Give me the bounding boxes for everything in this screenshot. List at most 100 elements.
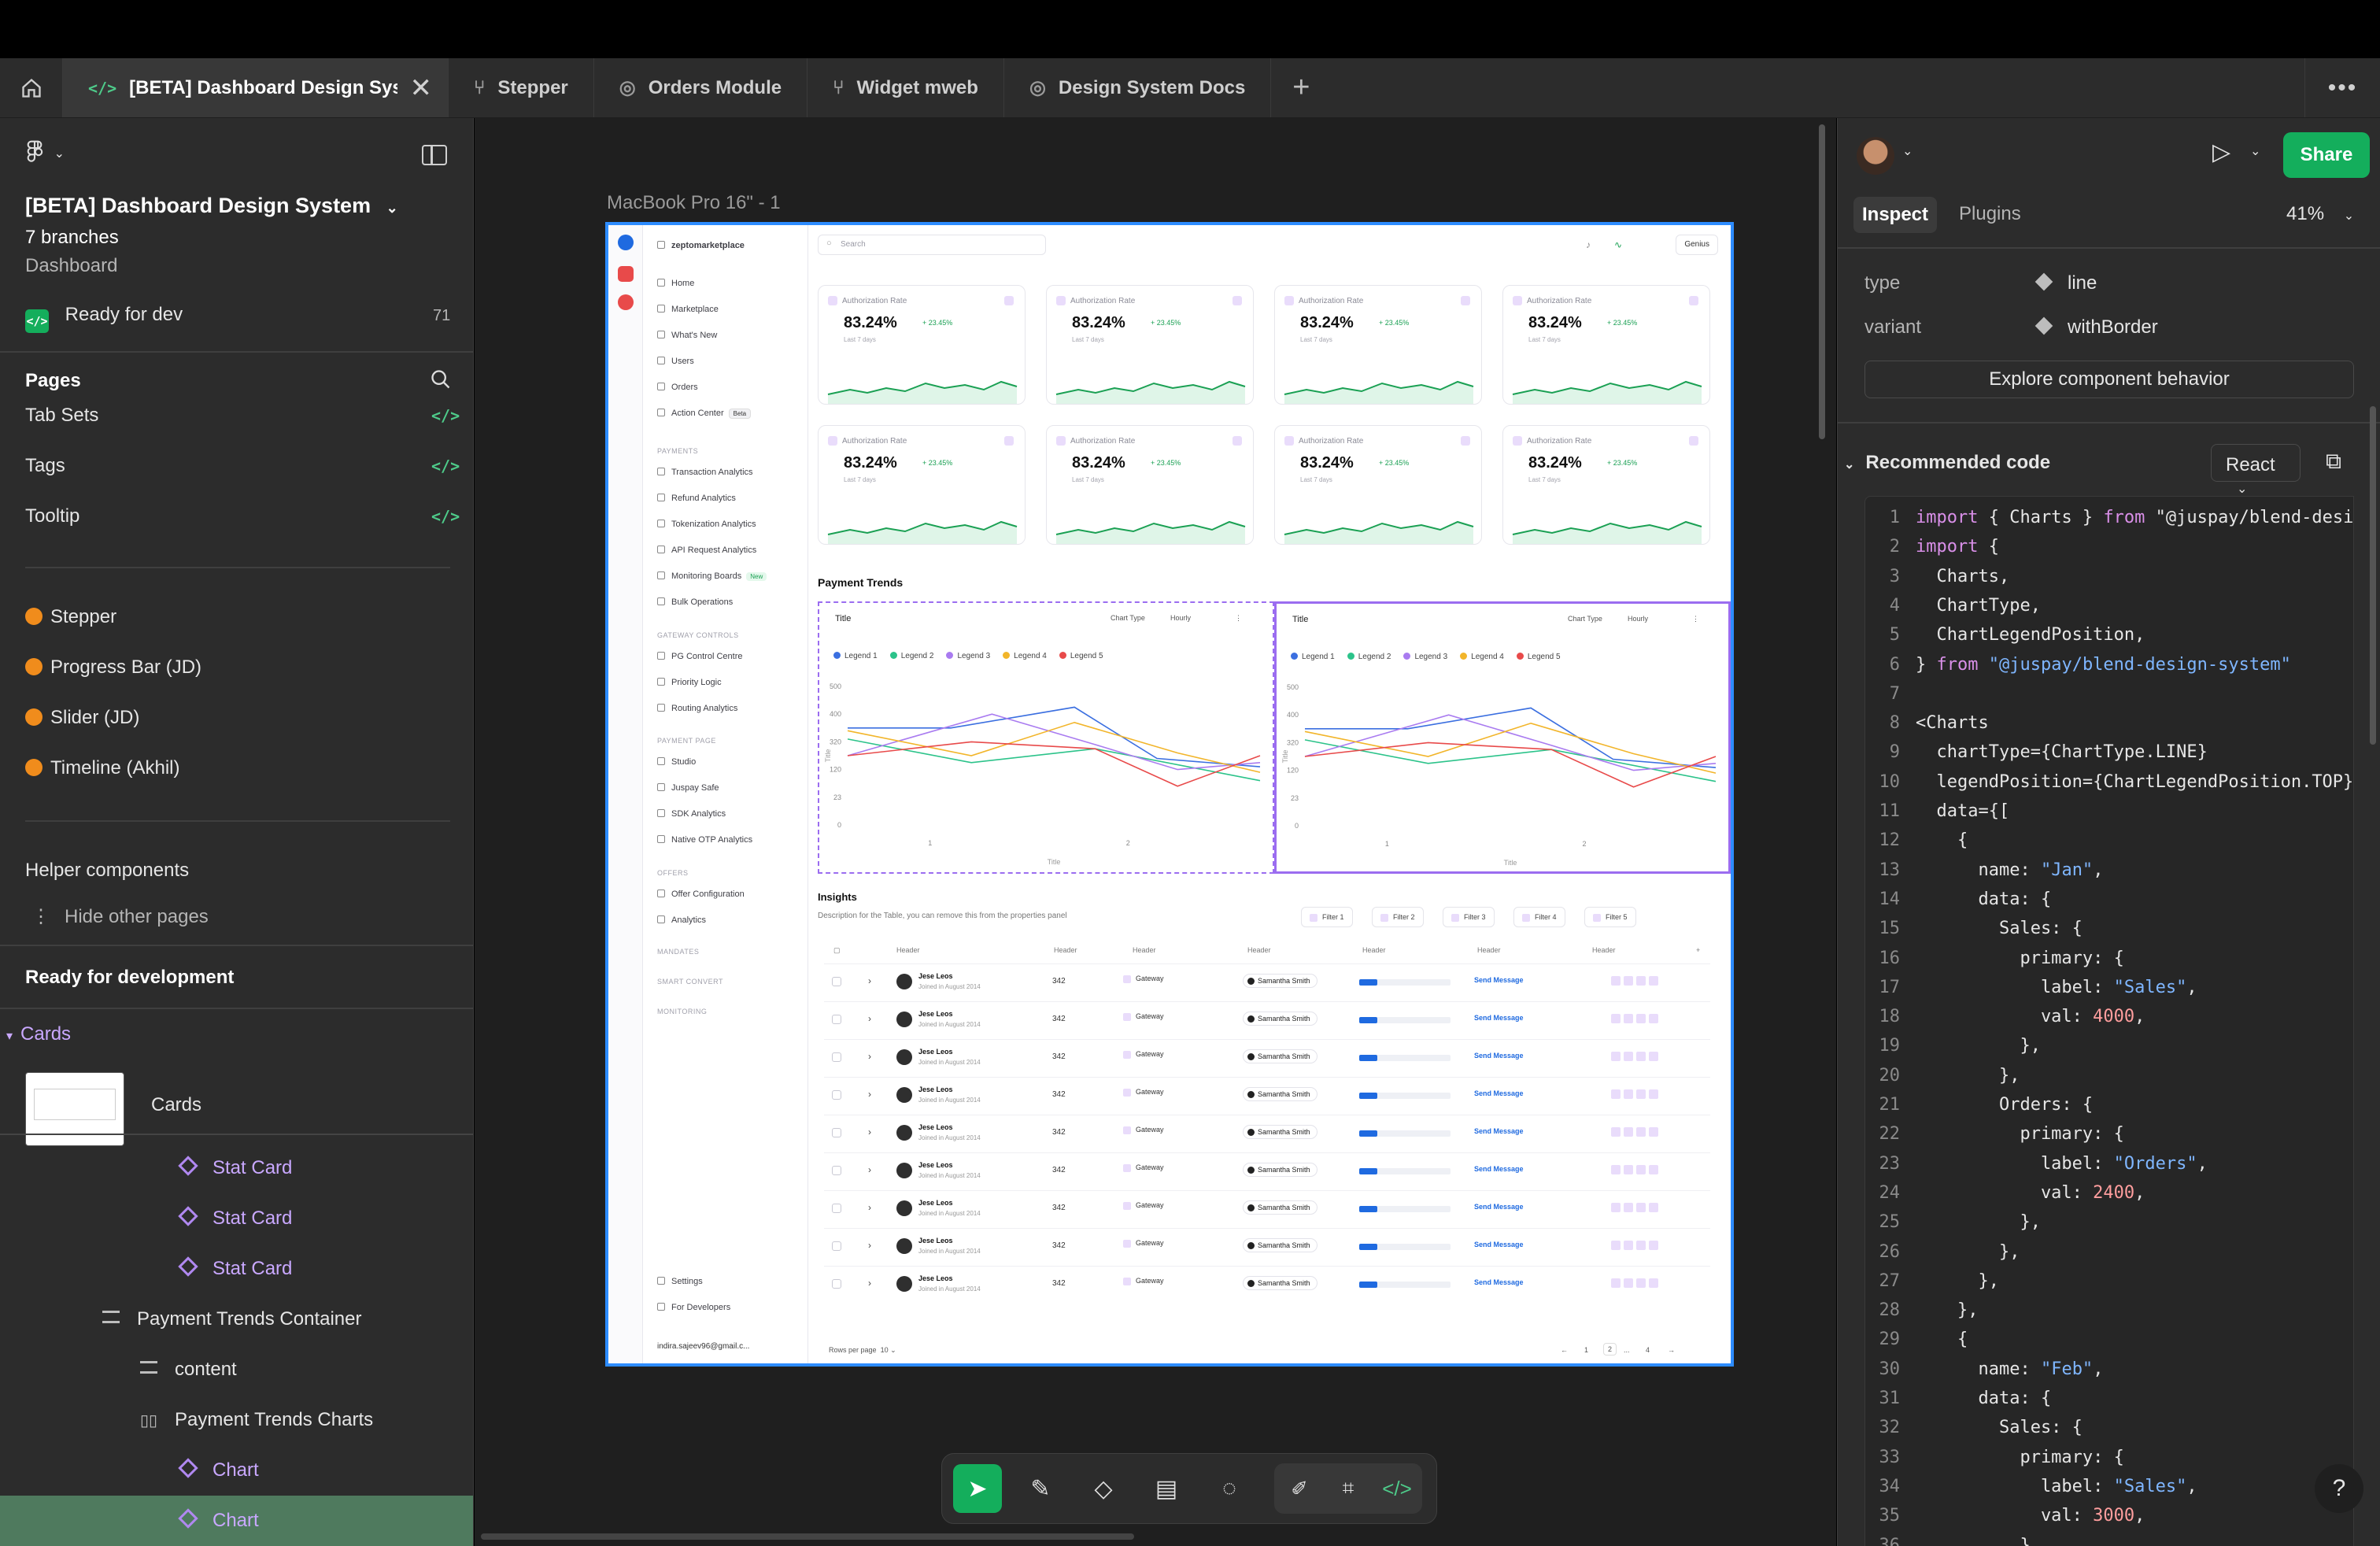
table-row[interactable]: › Jese Leos Joined in August 2014 342 Gatewa… xyxy=(824,1077,1710,1113)
rows-per-page[interactable]: Rows per page 10 ⌄ xyxy=(829,1346,896,1355)
framework-dropdown[interactable]: React ⌄ xyxy=(2211,444,2301,496)
layer-payment-trends-container[interactable]: Payment Trends Container xyxy=(102,1308,361,1330)
legend-item[interactable]: Legend 2 xyxy=(1347,653,1391,661)
table-row[interactable]: › Jese Leos Joined in August 2014 342 Gatewa… xyxy=(824,1039,1710,1075)
stat-card[interactable]: Authorization Rate 83.24% + 23.45% Last 7 d… xyxy=(1046,425,1254,545)
chart-type-dropdown[interactable]: Chart Type xyxy=(1111,614,1145,622)
nav-pg-control-centre[interactable]: PG Control Centre xyxy=(657,652,742,661)
legend-item[interactable]: Legend 4 xyxy=(1460,653,1504,661)
send-message-link[interactable]: Send Message xyxy=(1474,1014,1524,1022)
present-icon[interactable]: ▷ xyxy=(2212,139,2230,166)
table-row[interactable]: › Jese Leos Joined in August 2014 342 Gatewa… xyxy=(824,1266,1710,1302)
nav-transaction-analytics[interactable]: Transaction Analytics xyxy=(657,468,753,477)
gateway-dropdown[interactable]: Gateway xyxy=(1123,1239,1164,1248)
row-checkbox[interactable] xyxy=(832,1090,841,1100)
assignee-chip[interactable]: Samantha Smith xyxy=(1243,1012,1318,1026)
gateway-dropdown[interactable]: Gateway xyxy=(1123,1201,1164,1210)
page-item-tags[interactable]: Tags xyxy=(25,455,65,477)
zoom-level[interactable]: 41% ⌄ xyxy=(2286,203,2354,225)
page-item-progress-bar[interactable]: Progress Bar (JD) xyxy=(25,656,201,679)
select-all-checkbox[interactable]: ▢ xyxy=(833,946,841,955)
chart-type-dropdown[interactable]: Chart Type xyxy=(1568,615,1602,623)
row-checkbox[interactable] xyxy=(832,1241,841,1251)
section-payments[interactable]: PAYMENTS xyxy=(657,447,698,455)
search-input[interactable]: Search xyxy=(818,235,1046,255)
row-checkbox[interactable] xyxy=(832,1166,841,1175)
page-item-tooltip[interactable]: Tooltip xyxy=(25,505,79,527)
nav-orders[interactable]: Orders xyxy=(657,383,698,392)
genius-button[interactable]: Genius xyxy=(1676,235,1718,255)
home-button[interactable] xyxy=(0,58,63,117)
nav-native-otp-analytics[interactable]: Native OTP Analytics xyxy=(657,835,752,845)
assignee-chip[interactable]: Samantha Smith xyxy=(1243,1163,1318,1177)
send-message-link[interactable]: Send Message xyxy=(1474,976,1524,984)
tab-dashboard-design-system[interactable]: </> [BETA] Dashboard Design System ✕ xyxy=(63,58,449,117)
macbook-frame[interactable]: zeptomarketplace Home Marketplace What's… xyxy=(605,222,1734,1367)
nav-analytics[interactable]: Analytics xyxy=(657,915,706,925)
explore-component-button[interactable]: Explore component behavior xyxy=(1864,361,2354,398)
bell-icon[interactable]: ♪ xyxy=(1586,239,1591,250)
app-logo-icon[interactable] xyxy=(618,235,634,250)
chart-title-dropdown[interactable]: Title xyxy=(1292,615,1308,624)
chart-title-dropdown[interactable]: Title xyxy=(835,614,851,623)
nav-juspay-safe[interactable]: Juspay Safe xyxy=(657,783,719,793)
layer-content[interactable]: content xyxy=(140,1359,237,1381)
file-title[interactable]: [BETA] Dashboard Design System ⌄ xyxy=(25,194,398,218)
send-message-link[interactable]: Send Message xyxy=(1474,1089,1524,1097)
layer-payment-trends-charts[interactable]: ▯▯ Payment Trends Charts xyxy=(140,1409,373,1431)
help-button[interactable]: ? xyxy=(2315,1464,2363,1513)
nav-marketplace[interactable]: Marketplace xyxy=(657,305,719,314)
branches-link[interactable]: 7 branches xyxy=(25,227,119,249)
tab-orders-module[interactable]: ◎ Orders Module xyxy=(594,58,808,117)
table-row[interactable]: › Jese Leos Joined in August 2014 342 Gatewa… xyxy=(824,1001,1710,1037)
row-checkbox[interactable] xyxy=(832,977,841,986)
comment-tool-button[interactable]: ◌ xyxy=(1205,1464,1254,1513)
row-checkbox[interactable] xyxy=(832,1204,841,1213)
nav-refund-analytics[interactable]: Refund Analytics xyxy=(657,494,736,503)
main-menu-button[interactable]: ⌄ xyxy=(25,140,65,169)
column-header[interactable]: Header xyxy=(1247,946,1271,954)
send-message-link[interactable]: Send Message xyxy=(1474,1241,1524,1248)
nav-studio[interactable]: Studio xyxy=(657,757,696,767)
app-icon[interactable] xyxy=(618,294,634,310)
column-header[interactable]: Header xyxy=(1477,946,1501,954)
share-button[interactable]: Share xyxy=(2283,132,2370,178)
chart-card[interactable]: Title Chart Type Hourly ⋮ Legend 1 Legen… xyxy=(818,601,1274,874)
legend-item[interactable]: Legend 3 xyxy=(1403,653,1447,661)
send-message-link[interactable]: Send Message xyxy=(1474,1127,1524,1135)
gateway-dropdown[interactable]: Gateway xyxy=(1123,1012,1164,1021)
nav-monitoring-boards[interactable]: Monitoring Boards New xyxy=(657,571,767,581)
assignee-chip[interactable]: Samantha Smith xyxy=(1243,1238,1318,1252)
table-row[interactable]: › Jese Leos Joined in August 2014 342 Gatewa… xyxy=(824,1115,1710,1151)
send-message-link[interactable]: Send Message xyxy=(1474,1203,1524,1211)
filter-4[interactable]: Filter 4 xyxy=(1513,907,1565,927)
search-pages-icon[interactable] xyxy=(430,368,452,394)
tab-stepper[interactable]: ⑂ Stepper xyxy=(449,58,594,117)
row-checkbox[interactable] xyxy=(832,1128,841,1137)
interval-dropdown[interactable]: Hourly xyxy=(1628,615,1648,623)
chevron-down-icon[interactable]: ⌄ xyxy=(1902,143,1913,159)
layer-stat-card[interactable]: Stat Card xyxy=(178,1256,292,1280)
assignee-chip[interactable]: Samantha Smith xyxy=(1243,974,1318,988)
layer-stat-card[interactable]: Stat Card xyxy=(178,1206,292,1230)
expand-row-icon[interactable]: › xyxy=(868,1240,871,1251)
send-message-link[interactable]: Send Message xyxy=(1474,1165,1524,1173)
layer-chart[interactable]: Chart xyxy=(178,1508,259,1532)
gateway-dropdown[interactable]: Gateway xyxy=(1123,1088,1164,1097)
user-account[interactable]: indira.sajeev96@gmail.c... xyxy=(657,1342,749,1351)
tab-inspect[interactable]: Inspect xyxy=(1853,197,1937,233)
expand-row-icon[interactable]: › xyxy=(868,1126,871,1137)
nav-for-developers[interactable]: For Developers xyxy=(657,1303,730,1312)
nav-bulk-operations[interactable]: Bulk Operations xyxy=(657,597,733,607)
vertical-scrollbar[interactable] xyxy=(1819,124,1825,439)
filter-1[interactable]: Filter 1 xyxy=(1301,907,1353,927)
design-canvas[interactable]: MacBook Pro 16" - 1 zeptomarketplace Hom… xyxy=(475,118,1836,1546)
chart-card-selected[interactable]: Title Chart Type Hourly ⋮ Legend 1 Legen… xyxy=(1274,601,1731,874)
gateway-dropdown[interactable]: Gateway xyxy=(1123,1050,1164,1059)
expand-row-icon[interactable]: › xyxy=(868,1089,871,1100)
stat-card[interactable]: Authorization Rate 83.24% + 23.45% Last 7 d… xyxy=(1046,285,1254,405)
avatar[interactable] xyxy=(1857,137,1894,175)
column-header[interactable]: Header xyxy=(1054,946,1077,954)
column-header[interactable]: Header xyxy=(1362,946,1386,954)
draw-mode-button[interactable]: ⌗ xyxy=(1326,1466,1370,1511)
